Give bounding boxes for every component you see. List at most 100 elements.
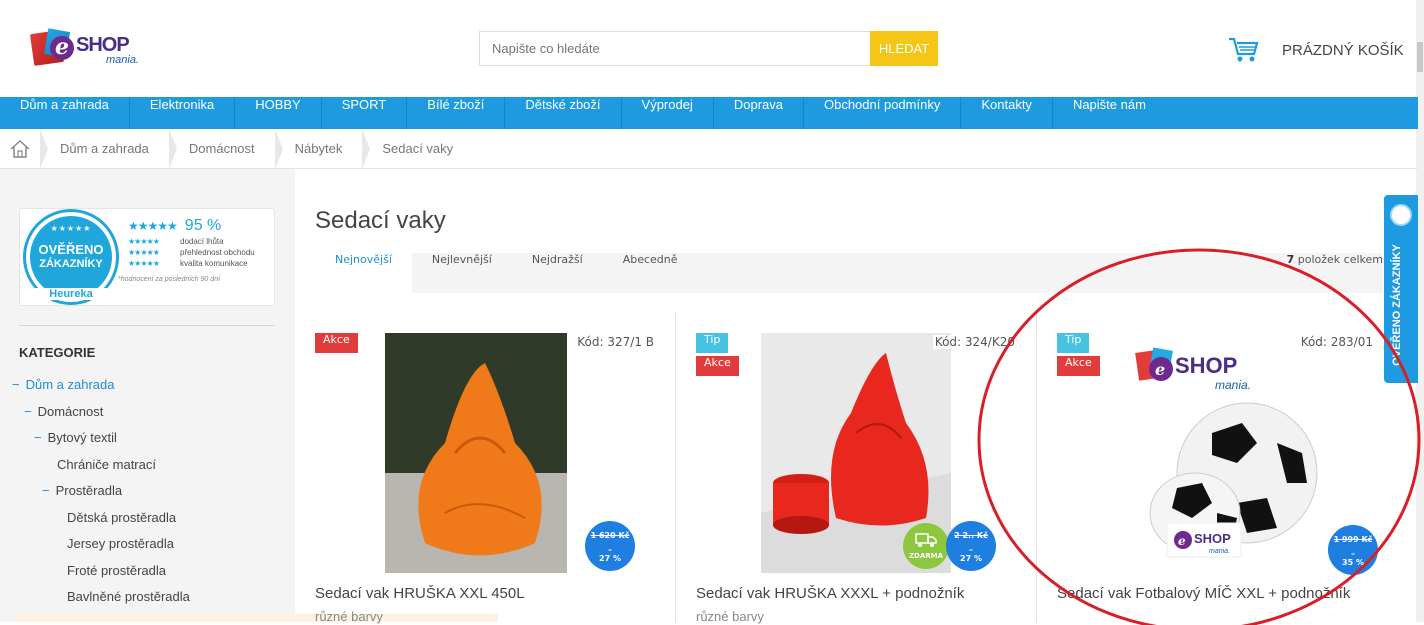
product-code: Kód: 283/01	[1298, 335, 1375, 349]
product-card[interactable]: Akce Kód: 327/1 B 1 620 Kč – 27 % Sedací…	[315, 313, 676, 624]
search-input[interactable]	[479, 31, 870, 66]
breadcrumb-current: Sedací vaky	[362, 128, 473, 169]
star-icons: ★★★★★	[50, 224, 92, 233]
price-dash: –	[608, 545, 612, 554]
category-label: Froté prostěradla	[67, 562, 166, 578]
star-icons: ★★★★★	[128, 259, 160, 268]
shop-logo[interactable]: e SHOP mania.	[28, 28, 150, 70]
heureka-widget[interactable]: ★★★★★ OVĚŘENO ZÁKAZNÍKY Heureka ★★★★★ 95 …	[19, 208, 275, 306]
svg-text:mania.: mania.	[1209, 548, 1230, 555]
discount-badge: 1 620 Kč – 27 %	[585, 521, 635, 571]
rating-label: přehlednost obchodu	[180, 248, 255, 257]
category-item[interactable]: − Prostěradla	[42, 483, 122, 498]
category-item[interactable]: − Bytový textil	[34, 430, 117, 445]
heureka-side-tab[interactable]: OVĚŘENO ZÁKAZNÍKY	[1384, 195, 1418, 383]
nav-item-bile-zbozi[interactable]: Bílé zboží	[407, 97, 506, 129]
category-item[interactable]: − Domácnost	[24, 404, 103, 419]
heureka-seal: ★★★★★ OVĚŘENO ZÁKAZNÍKY Heureka	[23, 209, 119, 305]
category-item[interactable]: − Dům a zahrada	[12, 377, 114, 392]
search-bar: HLEDAT	[479, 31, 938, 66]
tab-nejnovejsi[interactable]: Nejnovější	[315, 253, 412, 293]
category-label: Prostěradla	[55, 483, 123, 498]
category-label: Bavlněné prostěradla	[67, 589, 190, 604]
discount-percent: 27 %	[960, 554, 982, 563]
nav-item-doprava[interactable]: Doprava	[714, 97, 804, 129]
category-item[interactable]: Chrániče matrací	[57, 457, 156, 472]
breadcrumb: Dům a zahrada Domácnost Nábytek Sedací v…	[0, 128, 1418, 169]
star-icons: ★★★★★	[128, 237, 160, 246]
heureka-stats: ★★★★★ 95 % ★★★★★ dodací lhůta ★★★★★ přehled…	[118, 217, 255, 283]
nav-item-napiste-nam[interactable]: Napište nám	[1053, 97, 1166, 129]
nav-item-vyprodej[interactable]: Výprodej	[622, 97, 714, 129]
badge-tip: Tip	[696, 333, 729, 353]
product-code: Kód: 324/K20	[932, 335, 1017, 349]
discount-badge: 2 2.. Kč – 27 %	[946, 521, 996, 571]
nav-item-elektronika[interactable]: Elektronika	[130, 97, 236, 129]
breadcrumb-item[interactable]: Nábytek	[274, 128, 363, 169]
free-shipping-badge: ZDARMA	[903, 523, 949, 569]
item-count-text: položek celkem	[1294, 253, 1383, 266]
svg-text:e: e	[1178, 534, 1186, 548]
discount-badge: 1 999 Kč – 35 %	[1328, 525, 1378, 575]
collapse-icon[interactable]: −	[42, 483, 50, 498]
category-label: Jersey prostěradla	[67, 536, 174, 551]
price-dash: –	[969, 545, 973, 554]
heureka-brand: Heureka	[34, 288, 108, 300]
search-button[interactable]: HLEDAT	[870, 31, 938, 66]
tab-nejlevnejsi[interactable]: Nejlevnější	[412, 253, 512, 293]
nav-item-sport[interactable]: SPORT	[322, 97, 408, 129]
collapse-icon[interactable]: −	[34, 430, 42, 445]
nav-item-dum-a-zahrada[interactable]: Dům a zahrada	[0, 97, 130, 129]
category-item[interactable]: Jersey prostěradla	[67, 536, 174, 551]
product-grid: Akce Kód: 327/1 B 1 620 Kč – 27 % Sedací…	[315, 313, 1395, 624]
star-icons: ★★★★★	[128, 219, 178, 233]
product-card[interactable]: Tip Akce Kód: 324/K20 ZDARMA 2 2.. Kč – …	[676, 313, 1037, 624]
seal-text: ZÁKAZNÍKY	[39, 258, 103, 270]
product-image[interactable]: e SHOP mania. e SHOP mania.	[1117, 343, 1337, 573]
side-tab-label: OVĚŘENO ZÁKAZNÍKY	[1391, 244, 1403, 366]
category-label: Dům a zahrada	[25, 377, 115, 392]
star-icons: ★★★★★	[128, 248, 160, 257]
rating-note: *hodnocení za posledních 90 dní	[118, 276, 220, 283]
product-image[interactable]	[385, 333, 567, 573]
main-nav: Dům a zahrada Elektronika HOBBY SPORT Bí…	[0, 97, 1418, 129]
badge-akce: Akce	[1057, 356, 1100, 376]
site-header: e SHOP mania. HLEDAT PRÁZDNÝ KOŠÍK	[0, 0, 1424, 97]
cart-label: PRÁZDNÝ KOŠÍK	[1282, 41, 1404, 59]
nav-item-hobby[interactable]: HOBBY	[235, 97, 322, 129]
collapse-icon[interactable]: −	[12, 377, 20, 392]
collapse-icon[interactable]: −	[24, 404, 32, 419]
svg-text:SHOP: SHOP	[1194, 531, 1231, 546]
heureka-score: 95 %	[184, 217, 222, 234]
item-count: 7 položek celkem	[1287, 253, 1383, 293]
svg-text:e: e	[1155, 360, 1165, 379]
category-label: Bytový textil	[47, 430, 117, 445]
tab-abecedne[interactable]: Abecedně	[603, 253, 698, 293]
tab-nejdrazsi[interactable]: Nejdražší	[512, 253, 603, 293]
breadcrumb-item[interactable]: Domácnost	[168, 128, 275, 169]
discount-percent: 27 %	[599, 554, 621, 563]
main-content: Sedací vaky Nejnovější Nejlevnější Nejdr…	[295, 169, 1418, 624]
product-title[interactable]: Sedací vak Fotbalový MÍČ XXL + podnožník	[1057, 585, 1397, 602]
sort-tabs: Nejnovější Nejlevnější Nejdražší Abecedn…	[315, 253, 1383, 293]
scrollbar-thumb[interactable]	[1417, 42, 1423, 72]
category-item[interactable]: Bavlněné prostěradla	[67, 589, 190, 604]
cart[interactable]: PRÁZDNÝ KOŠÍK	[1228, 36, 1404, 64]
old-price: 2 2.. Kč	[954, 531, 988, 540]
nav-item-kontakty[interactable]: Kontakty	[961, 97, 1053, 129]
category-label: Dětská prostěradla	[67, 509, 177, 525]
breadcrumb-item[interactable]: Dům a zahrada	[40, 128, 169, 169]
nav-item-obchodni-podminky[interactable]: Obchodní podmínky	[804, 97, 962, 129]
svg-text:mania.: mania.	[1215, 378, 1251, 392]
nav-item-detske-zbozi[interactable]: Dětské zboží	[505, 97, 622, 129]
shipping-label: ZDARMA	[908, 552, 944, 560]
product-title[interactable]: Sedací vak HRUŠKA XXL 450L	[315, 585, 655, 602]
home-icon[interactable]	[0, 129, 40, 169]
category-item[interactable]: Dětská prostěradla	[67, 510, 176, 525]
product-card[interactable]: Tip Akce e SHOP mania. e SHOP mania. Kód: 28…	[1037, 313, 1395, 622]
sidebar: ★★★★★ OVĚŘENO ZÁKAZNÍKY Heureka ★★★★★ 95 …	[0, 169, 295, 622]
category-item[interactable]: Froté prostěradla	[67, 563, 166, 578]
old-price: 1 620 Kč	[590, 531, 630, 540]
badge-akce: Akce	[315, 333, 358, 353]
product-title[interactable]: Sedací vak HRUŠKA XXXL + podnožník	[696, 585, 1036, 602]
